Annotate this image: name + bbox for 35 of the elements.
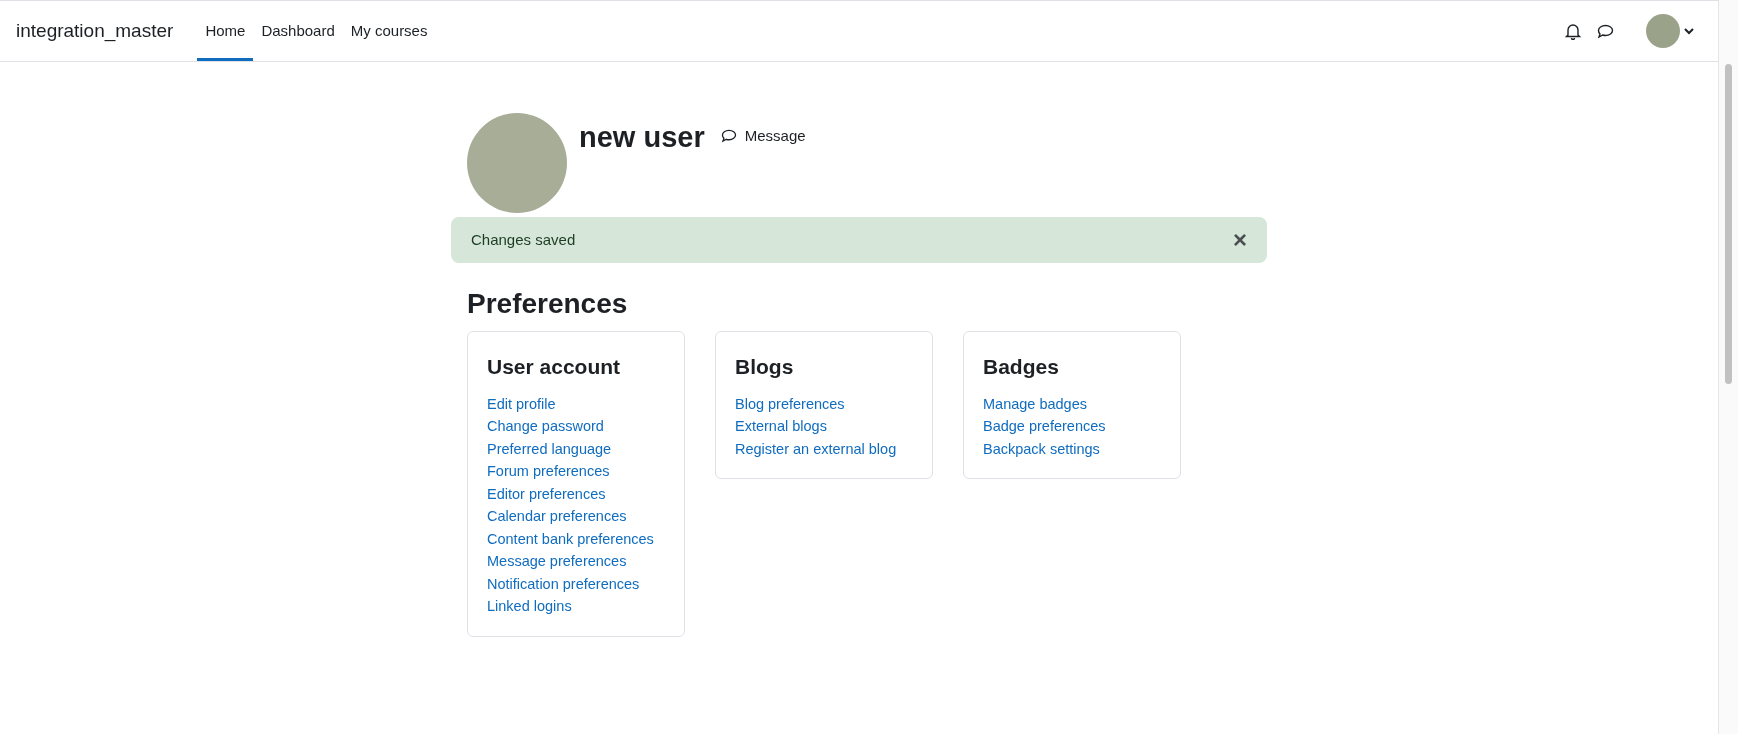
card-title: Blogs — [735, 354, 795, 380]
preference-link[interactable]: Change password — [487, 415, 665, 438]
preference-link[interactable]: External blogs — [735, 415, 913, 438]
alert-message: Changes saved — [471, 229, 576, 250]
caret-icon — [1684, 27, 1694, 35]
preference-link[interactable]: Badge preferences — [983, 415, 1161, 438]
preference-link[interactable]: Linked logins — [487, 595, 665, 618]
user-menu[interactable] — [1646, 14, 1694, 48]
preference-link[interactable]: Content bank preferences — [487, 527, 665, 550]
notification-bell-icon[interactable] — [1565, 22, 1581, 40]
card-title: User account — [487, 354, 622, 380]
preference-link[interactable]: Forum preferences — [487, 460, 665, 483]
card-title: Badges — [983, 354, 1060, 380]
preference-link[interactable]: Backpack settings — [983, 437, 1161, 460]
preference-link[interactable]: Register an external blog — [735, 437, 913, 460]
preference-link[interactable]: Calendar preferences — [487, 505, 665, 528]
message-link[interactable]: Message — [720, 125, 806, 148]
chat-bubble-icon — [720, 129, 737, 144]
preference-link[interactable]: Blog preferences — [735, 392, 913, 415]
nav-link[interactable]: Home — [197, 1, 254, 61]
site-name[interactable]: integration_master — [16, 16, 174, 46]
preference-link[interactable]: Editor preferences — [487, 482, 665, 505]
nav-link[interactable]: Dashboard — [253, 1, 343, 61]
chat-bubble-icon[interactable] — [1597, 23, 1614, 39]
avatar-placeholder — [1646, 14, 1680, 48]
scrollbar-thumb[interactable] — [1725, 64, 1732, 384]
preference-link[interactable]: Edit profile — [487, 392, 665, 415]
preference-link[interactable]: Notification preferences — [487, 572, 665, 595]
close-button[interactable]: × — [1233, 228, 1247, 252]
preference-link[interactable]: Preferred language — [487, 437, 665, 460]
nav-link[interactable]: My courses — [342, 1, 436, 61]
user-name: new user — [579, 120, 705, 155]
preference-link[interactable]: Manage badges — [983, 392, 1161, 415]
page-heading: Preferences — [466, 287, 629, 321]
preference-link[interactable]: Message preferences — [487, 550, 665, 573]
